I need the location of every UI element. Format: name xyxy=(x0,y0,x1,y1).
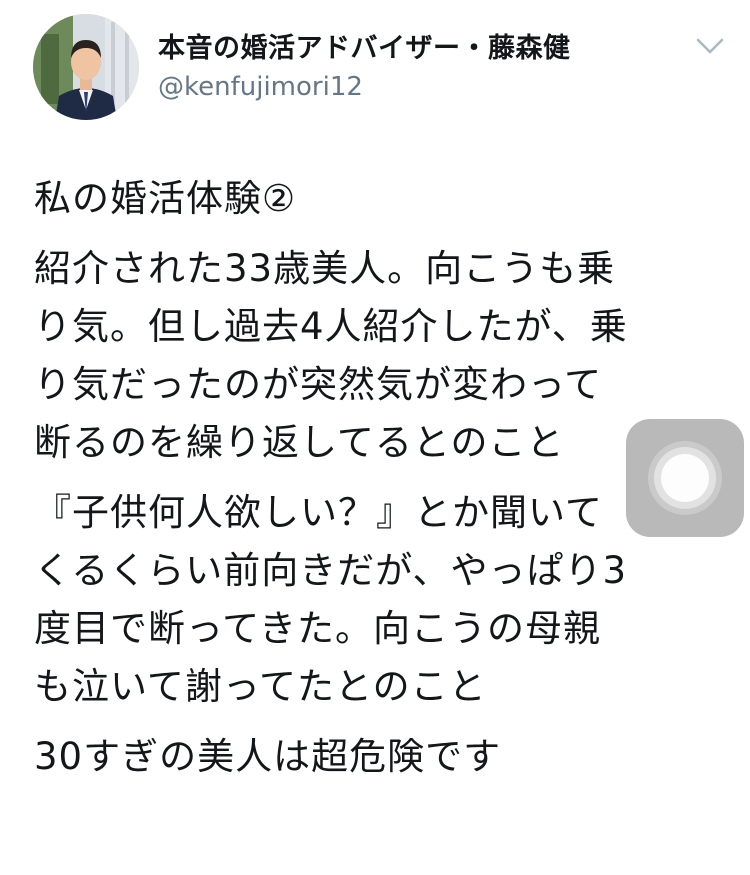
tweet-paragraph: 30すぎの美人は超危険です xyxy=(34,735,502,778)
tweet-header: 本音の婚活アドバイザー・藤森健 @kenfujimori12 xyxy=(0,0,750,140)
chevron-down-icon[interactable] xyxy=(693,32,727,60)
assistive-touch-center xyxy=(661,454,709,502)
profile-photo-icon xyxy=(33,14,139,120)
assistive-touch-button[interactable] xyxy=(626,419,744,537)
avatar[interactable] xyxy=(33,14,139,120)
author-handle[interactable]: @kenfujimori12 xyxy=(158,72,363,102)
tweet-paragraph-title: 私の婚活体験② xyxy=(34,177,297,220)
author-display-name[interactable]: 本音の婚活アドバイザー・藤森健 xyxy=(158,26,571,65)
